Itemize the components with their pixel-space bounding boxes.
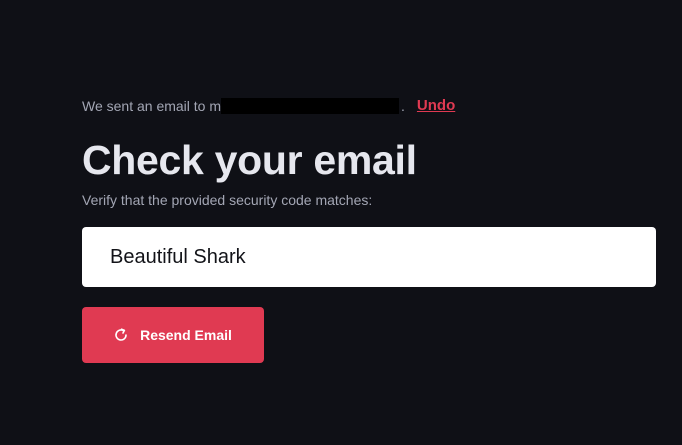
page-title: Check your email (82, 137, 417, 183)
security-code-text: Beautiful Shark (110, 245, 246, 268)
verification-panel: We sent an email to m. Undo Check your e… (82, 96, 656, 363)
resend-button-label: Resend Email (140, 327, 232, 343)
email-sent-text: We sent an email to m (82, 98, 222, 114)
verify-instructions: Verify that the provided security code m… (82, 192, 373, 208)
refresh-icon (114, 328, 128, 342)
email-sent-notice: We sent an email to m. Undo (82, 96, 656, 116)
redacted-email (221, 98, 400, 114)
undo-link[interactable]: Undo (417, 96, 455, 116)
security-code-display: Beautiful Shark (82, 227, 656, 287)
resend-email-button[interactable]: Resend Email (82, 307, 264, 363)
email-sent-suffix: . (401, 98, 405, 114)
